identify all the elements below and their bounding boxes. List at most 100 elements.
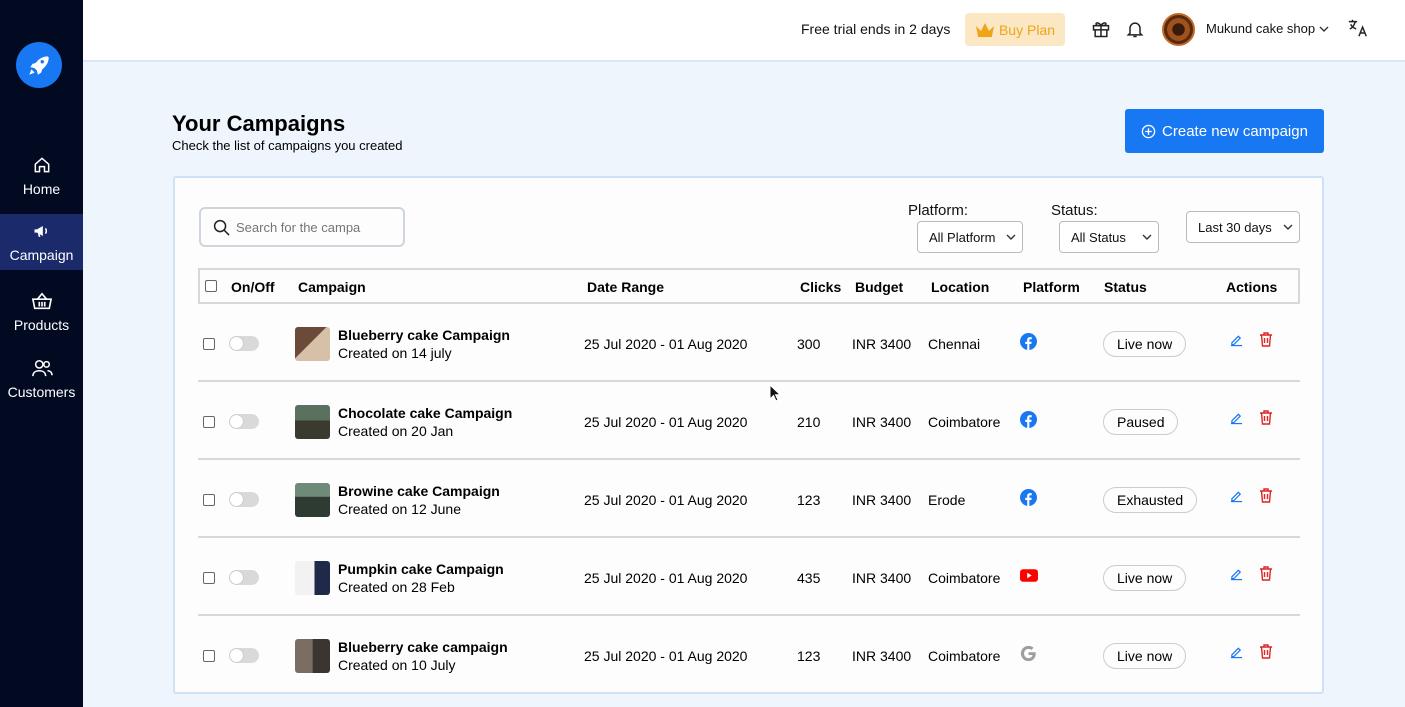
buy-plan-label: Buy Plan	[998, 21, 1056, 38]
create-campaign-button[interactable]: Create new campaign	[1125, 109, 1324, 153]
on-off-toggle[interactable]	[229, 570, 259, 585]
delete-icon[interactable]	[1259, 332, 1273, 347]
clicks: 300	[797, 336, 821, 352]
platform-select-value: All Platform	[929, 229, 996, 245]
clicks: 123	[797, 492, 821, 508]
campaign-thumbnail	[295, 483, 330, 517]
budget: INR 3400	[852, 414, 912, 430]
shop-name: Mukund cake shop	[1206, 21, 1316, 36]
select-all-checkbox[interactable]	[205, 280, 217, 292]
delete-icon[interactable]	[1259, 566, 1273, 581]
location: Chennai	[928, 336, 981, 352]
col-onoff: On/Off	[231, 279, 275, 295]
status-badge: Live now	[1103, 331, 1187, 357]
sidebar-item-campaign[interactable]: Campaign	[0, 214, 83, 270]
on-off-toggle[interactable]	[229, 492, 259, 507]
clicks: 210	[797, 414, 821, 430]
crown-icon	[975, 22, 994, 37]
trial-text: Free trial ends in 2 days	[801, 21, 951, 37]
on-off-toggle[interactable]	[229, 648, 259, 663]
status-select-value: All Status	[1071, 229, 1126, 245]
delete-icon[interactable]	[1259, 644, 1273, 659]
on-off-toggle[interactable]	[229, 336, 259, 351]
sidebar-item-label: Campaign	[9, 247, 74, 263]
campaign-name[interactable]: Blueberry cake Campaign	[338, 327, 510, 343]
bell-icon[interactable]	[1125, 18, 1145, 40]
chevron-down-icon	[1142, 234, 1152, 240]
edit-icon[interactable]	[1230, 489, 1243, 503]
create-campaign-label: Create new campaign	[1162, 122, 1308, 140]
budget: INR 3400	[852, 570, 912, 586]
clicks: 435	[797, 570, 821, 586]
col-date-range: Date Range	[587, 279, 665, 295]
edit-icon[interactable]	[1230, 645, 1243, 659]
campaigns-card: Platform: All Platform Status: All Statu…	[173, 176, 1324, 694]
date-range-select-value: Last 30 days	[1198, 219, 1272, 235]
avatar[interactable]	[1162, 13, 1195, 46]
clicks: 123	[797, 648, 821, 664]
on-off-toggle[interactable]	[229, 414, 259, 429]
chevron-down-icon	[1283, 224, 1293, 230]
delete-icon[interactable]	[1259, 488, 1273, 503]
campaign-created: Created on 20 Jan	[338, 423, 454, 439]
row-checkbox[interactable]	[203, 416, 215, 428]
edit-icon[interactable]	[1230, 411, 1243, 425]
platform-filter-label: Platform:	[908, 202, 969, 219]
search-icon	[213, 219, 230, 236]
table-row: Chocolate cake Campaign Created on 20 Ja…	[198, 382, 1300, 460]
shop-menu[interactable]: Mukund cake shop	[1206, 21, 1329, 36]
plus-circle-icon	[1141, 124, 1156, 138]
campaign-created: Created on 14 july	[338, 345, 452, 361]
campaign-thumbnail	[295, 327, 330, 361]
edit-icon[interactable]	[1230, 567, 1243, 581]
youtube-icon	[1020, 569, 1038, 582]
col-status: Status	[1104, 279, 1147, 295]
campaign-name[interactable]: Blueberry cake campaign	[338, 639, 508, 655]
campaign-name[interactable]: Pumpkin cake Campaign	[338, 561, 504, 577]
search-box	[199, 207, 405, 247]
row-checkbox[interactable]	[203, 338, 215, 350]
chevron-down-icon	[1319, 26, 1329, 32]
facebook-icon	[1020, 489, 1037, 506]
campaign-thumbnail	[295, 639, 330, 673]
delete-icon[interactable]	[1259, 410, 1273, 425]
budget: INR 3400	[852, 336, 912, 352]
row-checkbox[interactable]	[203, 572, 215, 584]
facebook-icon	[1020, 333, 1037, 350]
row-checkbox[interactable]	[203, 494, 215, 506]
sidebar-item-customers[interactable]: Customers	[0, 351, 83, 407]
location: Coimbatore	[928, 414, 1001, 430]
date-range-select[interactable]: Last 30 days	[1186, 211, 1300, 243]
col-location: Location	[931, 279, 990, 295]
gift-icon[interactable]	[1091, 18, 1111, 40]
topbar: Free trial ends in 2 days Buy Plan Mukun…	[83, 0, 1405, 62]
edit-icon[interactable]	[1230, 333, 1243, 347]
sidebar-item-home[interactable]: Home	[0, 148, 83, 204]
sidebar-item-label: Customers	[7, 384, 76, 400]
platform-select[interactable]: All Platform	[917, 221, 1023, 253]
table-row: Blueberry cake Campaign Created on 14 ju…	[198, 304, 1300, 382]
page-title: Your Campaigns	[172, 111, 346, 136]
sidebar-item-products[interactable]: Products	[0, 284, 83, 340]
campaign-created: Created on 10 July	[338, 657, 456, 673]
campaign-thumbnail	[295, 405, 330, 439]
table-row: Pumpkin cake Campaign Created on 28 Feb …	[198, 538, 1300, 616]
translate-icon[interactable]	[1347, 17, 1369, 39]
table-row: Browine cake Campaign Created on 12 June…	[198, 460, 1300, 538]
megaphone-icon	[34, 226, 47, 237]
table-header: On/Off Campaign Date Range Clicks Budget…	[198, 268, 1300, 304]
chevron-down-icon	[1006, 234, 1016, 240]
campaign-name[interactable]: Browine cake Campaign	[338, 483, 500, 499]
sidebar-item-label: Products	[13, 317, 70, 333]
row-checkbox[interactable]	[203, 650, 215, 662]
status-badge: Live now	[1103, 643, 1187, 669]
location: Coimbatore	[928, 648, 1001, 664]
status-select[interactable]: All Status	[1059, 221, 1159, 253]
google-icon	[1020, 645, 1036, 662]
buy-plan-button[interactable]: Buy Plan	[965, 13, 1065, 46]
campaign-name[interactable]: Chocolate cake Campaign	[338, 405, 512, 421]
search-input[interactable]	[236, 219, 386, 235]
location: Erode	[928, 492, 966, 508]
basket-icon	[31, 292, 52, 310]
rocket-icon[interactable]	[16, 42, 62, 88]
